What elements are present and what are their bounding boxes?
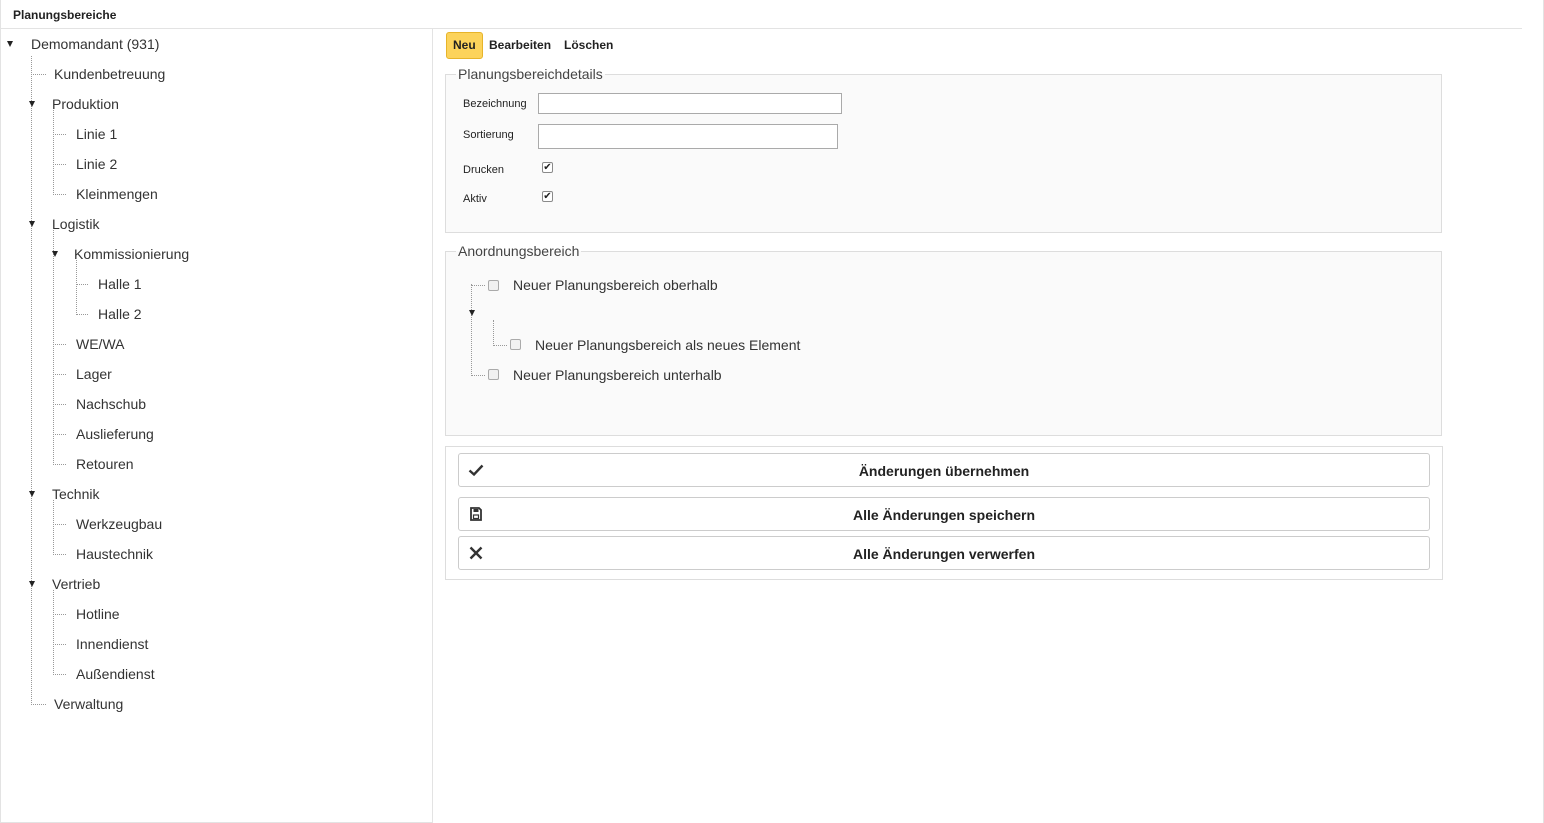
tree-line xyxy=(31,74,46,75)
tree-node[interactable]: Halle 1 xyxy=(95,274,145,294)
tree-node[interactable]: Kommissionierung xyxy=(71,244,192,264)
drucken-checkbox[interactable]: ✔ xyxy=(542,162,553,173)
tree-node[interactable]: Kundenbetreuung xyxy=(51,64,168,84)
tree-line xyxy=(53,134,66,135)
below-label: Neuer Planungsbereich unterhalb xyxy=(513,367,722,383)
expand-triangle-icon[interactable] xyxy=(7,41,13,47)
tree-node[interactable]: Vertrieb xyxy=(49,574,103,594)
tree-line xyxy=(76,260,77,315)
sortierung-label: Sortierung xyxy=(463,129,514,141)
details-fieldset: Planungsbereichdetails xyxy=(445,66,1442,233)
tree-line xyxy=(53,434,66,435)
tree-line xyxy=(53,554,66,555)
above-checkbox[interactable] xyxy=(488,280,499,291)
tree-line xyxy=(53,374,66,375)
save-all-button[interactable]: Alle Änderungen speichern xyxy=(458,497,1430,531)
tree-line xyxy=(53,590,54,675)
tree-node[interactable]: Werkzeugbau xyxy=(73,514,165,534)
above-label: Neuer Planungsbereich oberhalb xyxy=(513,277,718,293)
sortierung-input[interactable] xyxy=(538,124,838,149)
tree-node[interactable]: Haustechnik xyxy=(73,544,156,564)
tree-node[interactable]: Auslieferung xyxy=(73,424,157,444)
tree-line xyxy=(53,674,66,675)
aktiv-label: Aktiv xyxy=(463,193,487,205)
tree-line xyxy=(31,56,32,705)
tree-node[interactable]: Außendienst xyxy=(73,664,158,684)
tree-node[interactable]: Linie 1 xyxy=(73,124,120,144)
bezeichnung-input[interactable] xyxy=(538,93,842,114)
title-bar: Planungsbereiche xyxy=(0,0,1522,29)
apply-changes-button[interactable]: Änderungen übernehmen xyxy=(458,453,1430,487)
tree-line xyxy=(53,524,66,525)
actions-panel: Änderungen übernehmen Alle Änderungen sp… xyxy=(445,446,1443,580)
tree-node[interactable]: Verwaltung xyxy=(51,694,126,714)
discard-all-button[interactable]: Alle Änderungen verwerfen xyxy=(458,536,1430,570)
child-label: Neuer Planungsbereich als neues Element xyxy=(535,337,801,353)
tree-node[interactable]: WE/WA xyxy=(73,334,127,354)
tree-line xyxy=(53,344,66,345)
tree-line xyxy=(471,285,485,286)
tree-line xyxy=(53,644,66,645)
expand-triangle-icon[interactable] xyxy=(29,581,35,587)
tree-node[interactable]: Innendienst xyxy=(73,634,151,654)
tree-node-root[interactable]: Demomandant (931) xyxy=(28,34,162,54)
tree-line xyxy=(53,614,66,615)
below-checkbox[interactable] xyxy=(488,369,499,380)
arrangement-legend: Anordnungsbereich xyxy=(458,243,580,259)
edit-button[interactable]: Bearbeiten xyxy=(483,32,557,59)
apply-changes-label: Änderungen übernehmen xyxy=(858,463,1030,479)
tree-line xyxy=(53,500,54,555)
tree-line xyxy=(31,704,46,705)
tree-line xyxy=(76,284,88,285)
bezeichnung-label: Bezeichnung xyxy=(463,98,527,110)
discard-all-label: Alle Änderungen verwerfen xyxy=(852,546,1036,562)
drucken-label: Drucken xyxy=(463,164,504,176)
expand-triangle-icon[interactable] xyxy=(52,251,58,257)
tree-line xyxy=(493,345,507,346)
tree-node[interactable]: Hotline xyxy=(73,604,123,624)
tree-line xyxy=(76,314,88,315)
save-all-label: Alle Änderungen speichern xyxy=(852,507,1036,523)
tree-node[interactable]: Halle 2 xyxy=(95,304,145,324)
tree-line xyxy=(53,194,66,195)
tree-line xyxy=(53,464,66,465)
tree-line xyxy=(471,284,472,376)
expand-triangle-icon[interactable] xyxy=(29,491,35,497)
tree-node[interactable]: Lager xyxy=(73,364,115,384)
expand-triangle-icon[interactable] xyxy=(29,101,35,107)
tree-line xyxy=(493,320,494,346)
expand-triangle-icon[interactable] xyxy=(29,221,35,227)
expand-triangle-icon[interactable] xyxy=(469,310,475,316)
tree-node[interactable]: Technik xyxy=(49,484,102,504)
tree-node[interactable]: Nachschub xyxy=(73,394,149,414)
tree-node[interactable]: Produktion xyxy=(49,94,122,114)
tree-panel[interactable]: Demomandant (931) Kundenbetreuung Produk… xyxy=(0,29,433,823)
tree-node[interactable]: Linie 2 xyxy=(73,154,120,174)
window-title: Planungsbereiche xyxy=(13,8,117,22)
tree-line xyxy=(53,404,66,405)
delete-button[interactable]: Löschen xyxy=(558,32,619,59)
tree-line xyxy=(53,230,54,465)
tree-node[interactable]: Kleinmengen xyxy=(73,184,161,204)
tree-node[interactable]: Retouren xyxy=(73,454,137,474)
tree-line xyxy=(53,110,54,195)
tree-line xyxy=(53,164,66,165)
new-button[interactable]: Neu xyxy=(446,32,483,59)
tree-line xyxy=(471,375,485,376)
details-legend: Planungsbereichdetails xyxy=(458,66,603,82)
tree-node[interactable]: Logistik xyxy=(49,214,102,234)
child-checkbox[interactable] xyxy=(510,339,521,350)
aktiv-checkbox[interactable]: ✔ xyxy=(542,191,553,202)
